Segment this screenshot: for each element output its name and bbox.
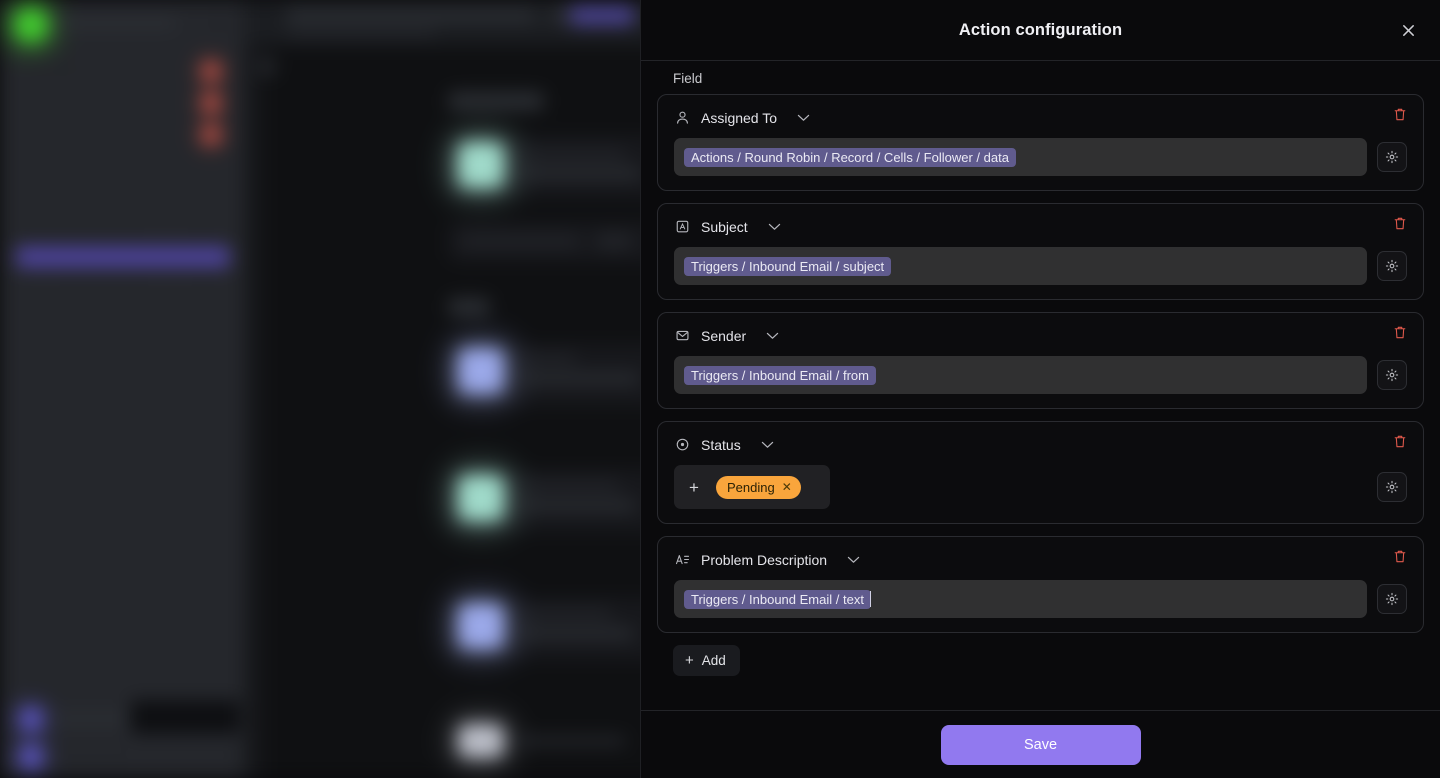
gear-icon <box>1385 592 1399 606</box>
chevron-down-icon[interactable] <box>761 441 774 449</box>
trash-icon <box>1394 435 1406 447</box>
value-input[interactable]: Triggers / Inbound Email / from <box>674 356 1367 394</box>
field-value-row: Triggers / Inbound Email / from <box>674 356 1407 394</box>
field-header: Subject <box>674 218 1407 235</box>
add-field-button[interactable]: + Add <box>673 645 740 676</box>
field-header: Assigned To <box>674 109 1407 126</box>
field-value-row: Triggers / Inbound Email / text <box>674 580 1407 618</box>
value-input[interactable]: Triggers / Inbound Email / text <box>674 580 1367 618</box>
field-section-label: Field <box>673 71 703 86</box>
trash-icon <box>1394 108 1406 120</box>
delete-field-button[interactable] <box>1387 210 1413 236</box>
delete-field-button[interactable] <box>1387 101 1413 127</box>
field-value-row: + Pending ✕ <box>674 465 1407 509</box>
panel-header: Action configuration <box>641 0 1440 61</box>
variable-token[interactable]: Triggers / Inbound Email / from <box>684 365 876 385</box>
add-field-label: Add <box>701 653 726 668</box>
close-icon <box>1402 24 1414 36</box>
chevron-down-icon[interactable] <box>847 556 860 564</box>
save-button[interactable]: Save <box>940 724 1141 765</box>
delete-field-button[interactable] <box>1387 543 1413 569</box>
field-card-subject: Subject Triggers / Inbound Email / subje… <box>657 203 1424 300</box>
field-card-status: Status + Pending ✕ <box>657 421 1424 524</box>
field-settings-button[interactable] <box>1377 472 1407 502</box>
plus-icon: + <box>685 652 694 669</box>
chevron-down-icon[interactable] <box>768 223 781 231</box>
delete-field-button[interactable] <box>1387 428 1413 454</box>
status-circle-icon <box>674 436 691 453</box>
panel-body: Field Assigned To Actions / Round Robin … <box>641 61 1440 710</box>
variable-token[interactable]: Triggers / Inbound Email / subject <box>684 256 892 276</box>
field-name-label: Subject <box>701 218 748 235</box>
status-badge-label: Pending <box>727 479 775 495</box>
field-name-label: Status <box>701 436 741 453</box>
long-text-icon <box>674 551 691 568</box>
variable-token[interactable]: Triggers / Inbound Email / text <box>684 589 871 609</box>
field-name-label: Sender <box>701 327 747 344</box>
close-button[interactable] <box>1394 16 1422 44</box>
trash-icon <box>1394 326 1406 338</box>
envelope-icon <box>674 327 691 344</box>
variable-token[interactable]: Actions / Round Robin / Record / Cells /… <box>684 147 1016 167</box>
value-input[interactable]: Actions / Round Robin / Record / Cells /… <box>674 138 1367 176</box>
value-input[interactable]: Triggers / Inbound Email / subject <box>674 247 1367 285</box>
field-name-label: Assigned To <box>701 109 778 126</box>
field-settings-button[interactable] <box>1377 251 1407 281</box>
status-badge[interactable]: Pending ✕ <box>716 475 801 499</box>
trash-icon <box>1394 217 1406 229</box>
text-caret <box>869 591 872 607</box>
field-name-label: Problem Description <box>701 551 828 568</box>
trash-icon <box>1394 550 1406 562</box>
field-card-assigned-to: Assigned To Actions / Round Robin / Reco… <box>657 94 1424 191</box>
background-logo <box>14 8 48 42</box>
field-card-problem-description: Problem Description Triggers / Inbound E… <box>657 536 1424 633</box>
field-settings-button[interactable] <box>1377 584 1407 614</box>
field-settings-button[interactable] <box>1377 142 1407 172</box>
field-value-row: Triggers / Inbound Email / subject <box>674 247 1407 285</box>
action-configuration-panel: Action configuration Field Assigned To A… <box>640 0 1440 778</box>
gear-icon <box>1385 150 1399 164</box>
plus-icon[interactable]: + <box>686 479 702 496</box>
field-header: Status <box>674 436 1407 453</box>
panel-title: Action configuration <box>958 20 1123 39</box>
gear-icon <box>1385 368 1399 382</box>
panel-footer: Save <box>641 710 1440 778</box>
gear-icon <box>1385 480 1399 494</box>
text-box-icon <box>674 218 691 235</box>
field-settings-button[interactable] <box>1377 360 1407 390</box>
person-icon <box>674 109 691 126</box>
field-value-row: Actions / Round Robin / Record / Cells /… <box>674 138 1407 176</box>
chevron-down-icon[interactable] <box>766 332 779 340</box>
gear-icon <box>1385 259 1399 273</box>
field-header: Sender <box>674 327 1407 344</box>
field-card-sender: Sender Triggers / Inbound Email / from <box>657 312 1424 409</box>
field-header: Problem Description <box>674 551 1407 568</box>
delete-field-button[interactable] <box>1387 319 1413 345</box>
chevron-down-icon[interactable] <box>797 114 810 122</box>
status-select[interactable]: + Pending ✕ <box>674 465 830 509</box>
x-icon[interactable]: ✕ <box>782 480 792 494</box>
